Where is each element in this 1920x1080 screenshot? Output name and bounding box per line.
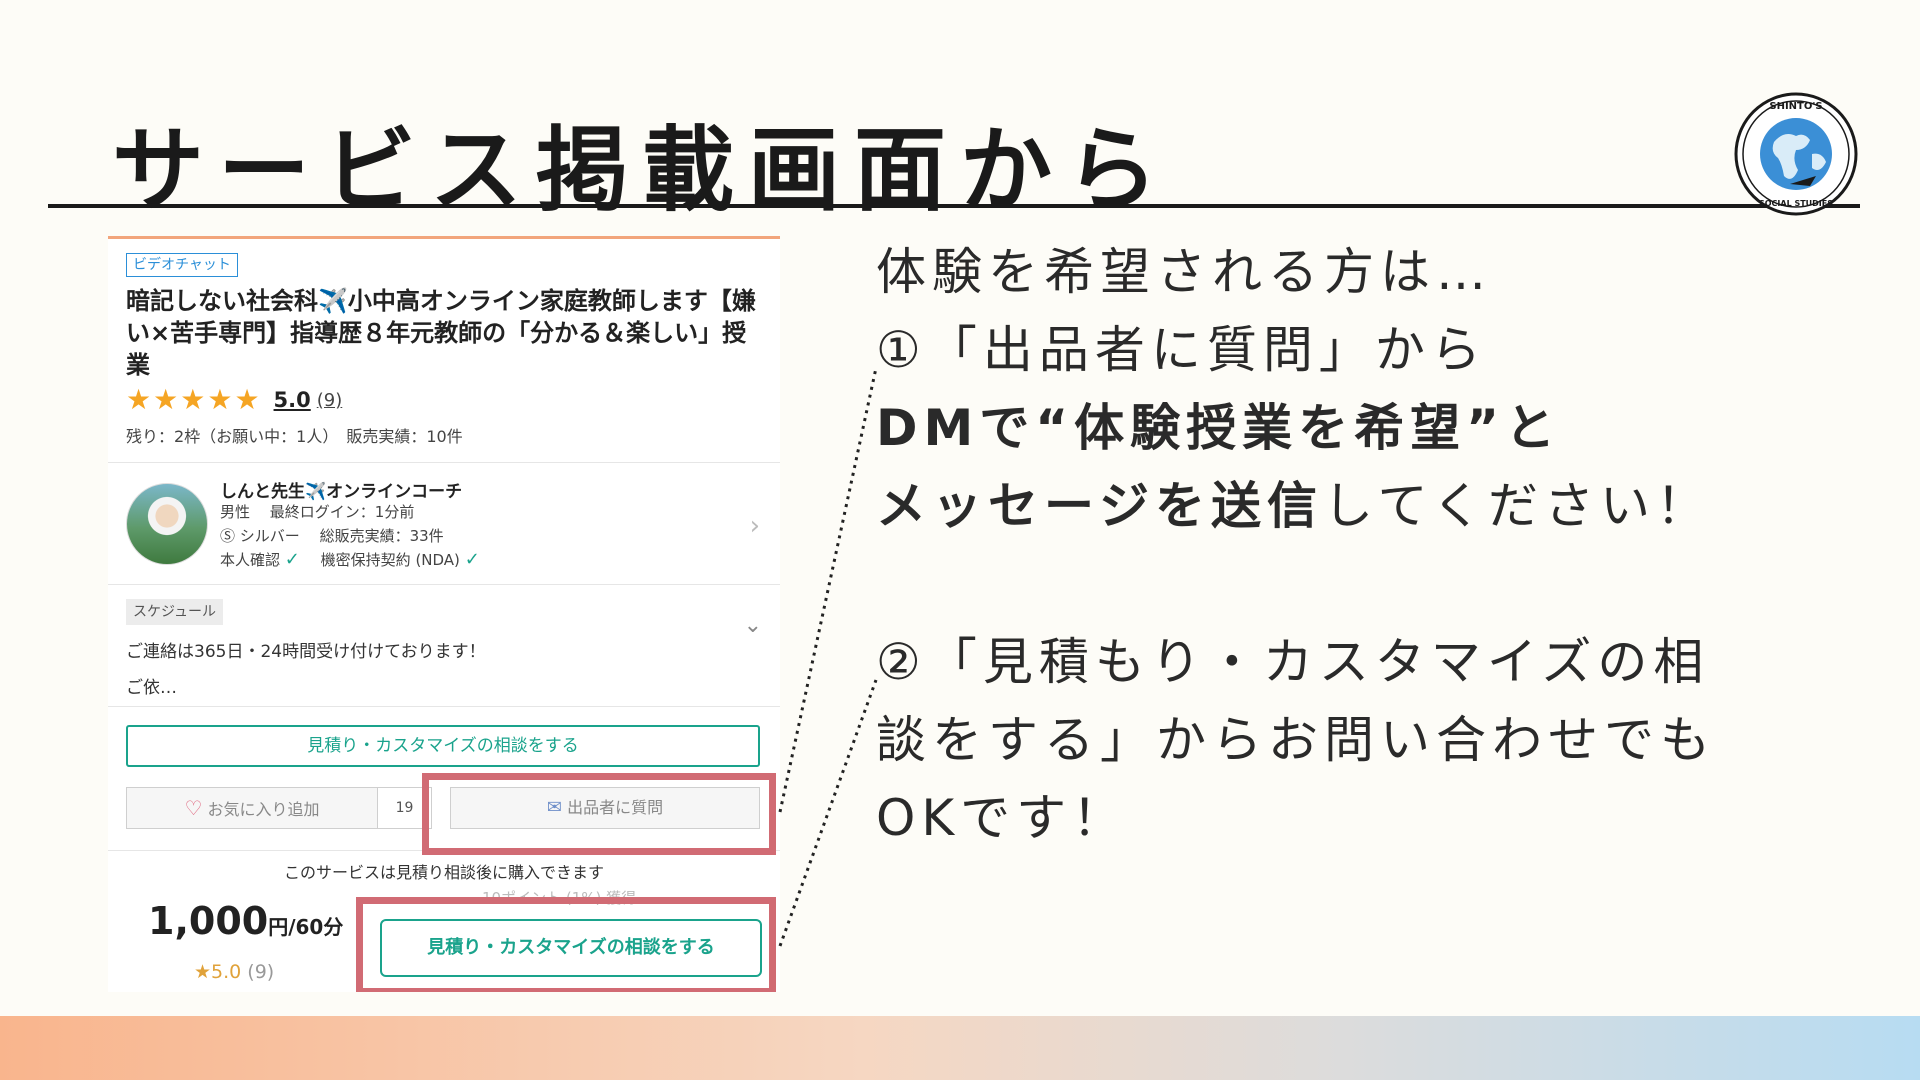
explanation-line-1: 体験を希望される方は… <box>876 243 1492 301</box>
leader-lines <box>778 367 878 947</box>
explanation-line-2: ①「出品者に質問」から <box>876 321 1487 379</box>
explanation-line-4-bold: メッセージを送信 <box>876 477 1323 535</box>
explanation-line-7: OKです！ <box>876 789 1129 847</box>
explanation-line-5: ②「見積もり・カスタマイズの相 <box>876 633 1710 691</box>
explanation-line-3: DMで“体験授業を希望”と <box>876 399 1561 457</box>
leader-line-1 <box>778 367 878 813</box>
leader-line-2 <box>778 679 878 947</box>
bottom-gradient-band <box>0 1016 1920 1080</box>
explanation-line-4-rest: してください！ <box>1323 477 1712 535</box>
explanation-line-4: メッセージを送信してください！ <box>876 476 1712 536</box>
explanation-line-6: 談をする」からお問い合わせでも <box>876 711 1716 769</box>
